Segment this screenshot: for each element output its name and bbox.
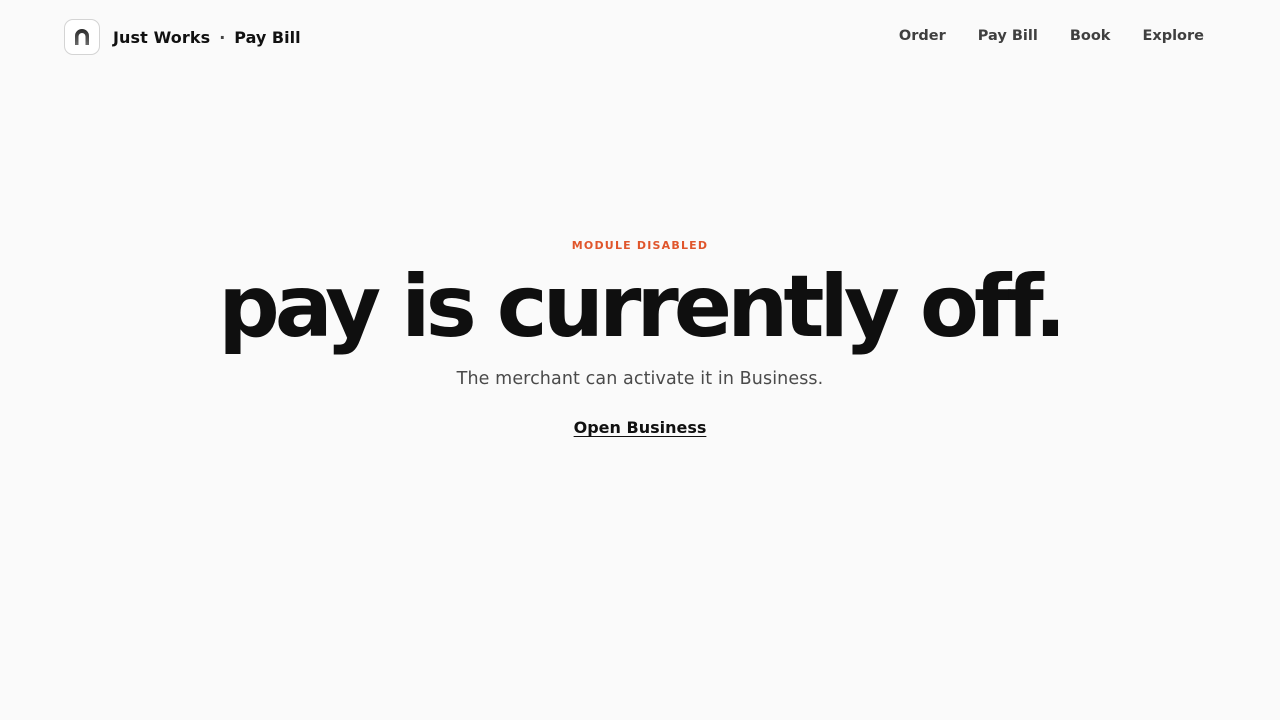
open-business-link[interactable]: Open Business — [574, 418, 707, 437]
nav-item-order[interactable]: Order — [899, 28, 946, 44]
site-header: Just Works · Pay Bill Order Pay Bill Boo… — [0, 0, 1280, 76]
nav-item-book[interactable]: Book — [1070, 28, 1111, 44]
brand-name: Just Works — [113, 27, 211, 47]
brand-link[interactable]: Just Works · Pay Bill — [64, 19, 301, 55]
brand-separator: · — [219, 27, 226, 47]
page-description: The merchant can activate it in Business… — [456, 369, 824, 389]
arch-icon — [64, 19, 100, 55]
page-title: pay is currently off. — [218, 257, 1067, 357]
main-nav: Order Pay Bill Book Explore — [899, 28, 1204, 44]
nav-item-explore[interactable]: Explore — [1142, 28, 1204, 44]
cta-container: Open Business — [0, 418, 1280, 437]
status-eyebrow: MODULE DISABLED — [571, 239, 709, 252]
current-page-name: Pay Bill — [234, 27, 301, 47]
nav-item-pay-bill[interactable]: Pay Bill — [978, 28, 1038, 44]
